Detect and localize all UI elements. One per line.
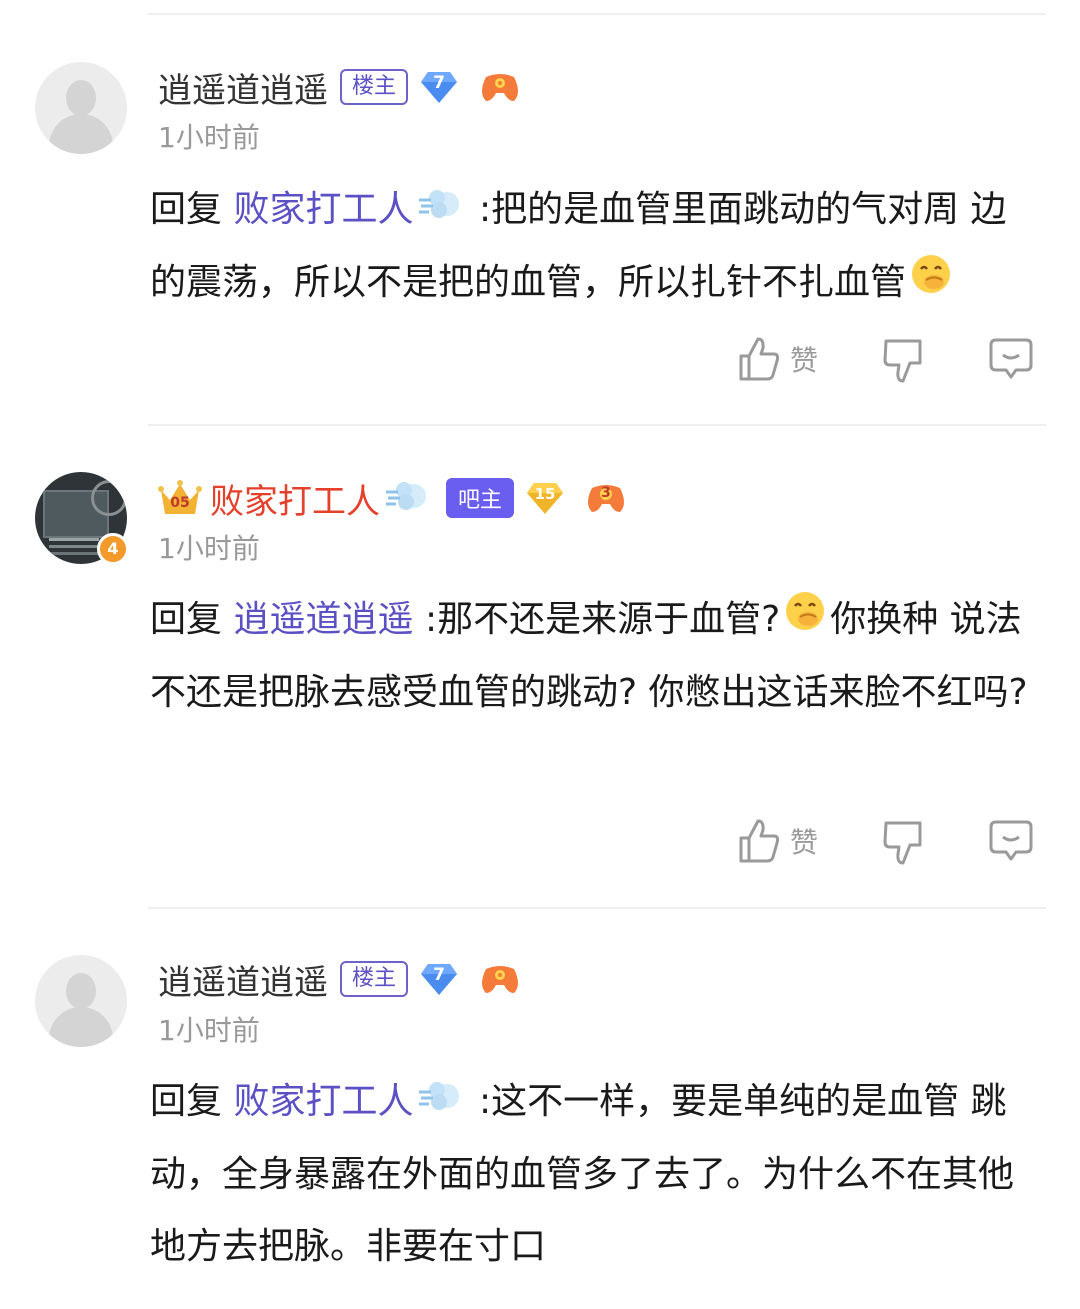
comment-header: 逍遥道逍遥 楼主 7 xyxy=(158,63,520,112)
divider xyxy=(148,907,1046,909)
game-controller-icon xyxy=(480,963,520,995)
dislike-button[interactable] xyxy=(882,818,926,870)
comment-text-part2: 你换种 xyxy=(830,599,939,640)
giggle-emoji xyxy=(910,248,952,320)
thumbs-down-icon xyxy=(883,339,922,383)
game-controller-icon xyxy=(480,71,520,103)
comment-bubble-icon xyxy=(989,338,1033,379)
comment-bubble-icon xyxy=(989,820,1033,861)
comment-actions: 赞 xyxy=(0,336,1080,386)
reply-prefix: 回复 xyxy=(150,1081,223,1122)
username[interactable]: 逍遥道逍遥 xyxy=(158,63,328,112)
divider-top xyxy=(148,13,1046,15)
comment-text-line1: :把的是血管里面跳动的气对周 xyxy=(478,189,960,230)
like-button[interactable]: 赞 xyxy=(738,818,818,864)
host-tag: 楼主 xyxy=(340,961,409,997)
comment-time: 1小时前 xyxy=(158,1014,260,1047)
thumbs-up-icon xyxy=(739,337,780,381)
gem-level: 7 xyxy=(433,73,445,93)
dash-emoji xyxy=(417,1067,463,1139)
comment-time: 1小时前 xyxy=(158,121,260,154)
divider xyxy=(148,424,1046,426)
dash-emoji xyxy=(417,175,463,247)
dislike-button[interactable] xyxy=(882,336,926,388)
comment-header: 逍遥道逍遥 楼主 7 xyxy=(158,955,520,1004)
thumbs-down-icon xyxy=(883,821,922,865)
diamond-level-icon: 7 xyxy=(420,70,458,104)
avatar-blank[interactable] xyxy=(35,62,127,154)
username[interactable]: 败家打工人 xyxy=(210,474,380,523)
crown-icon: 05 xyxy=(158,478,202,518)
thumbs-up-icon xyxy=(739,819,780,863)
diamond-level-icon: 15 xyxy=(526,481,564,515)
gem-level: 15 xyxy=(534,485,556,503)
avatar-blank[interactable] xyxy=(35,955,127,1047)
comment-body: 回复 败家打工人 :这不一样，要是单纯的是血管 跳动，全身暴露在外面的血管多了去… xyxy=(150,1066,1042,1283)
reply-to-user[interactable]: 败家打工人 xyxy=(233,1081,413,1122)
game-level: 3 xyxy=(601,485,611,501)
host-tag: 楼主 xyxy=(340,69,409,105)
gem-level: 7 xyxy=(433,965,445,985)
like-label: 赞 xyxy=(790,826,819,859)
like-label: 赞 xyxy=(790,344,819,377)
comment-text-part1: :那不还是来源于血管? xyxy=(424,599,781,640)
giggle-emoji xyxy=(784,585,826,657)
comment-time: 1小时前 xyxy=(158,532,260,565)
game-controller-icon: 3 xyxy=(586,482,626,514)
comment-header: 05 败家打工人 吧主 15 3 xyxy=(158,474,626,523)
comment-actions: 赞 xyxy=(0,818,1080,868)
reply-to-user[interactable]: 逍遥道逍遥 xyxy=(233,599,413,640)
reply-to-user[interactable]: 败家打工人 xyxy=(233,189,413,230)
reply-button[interactable] xyxy=(988,818,1034,868)
like-button[interactable]: 赞 xyxy=(738,336,818,382)
owner-tag: 吧主 xyxy=(446,478,515,518)
comment-body: 回复 逍遥道逍遥 :那不还是来源于血管? 你换种 说法不还是把脉去感受血管的跳动?… xyxy=(150,584,1042,729)
diamond-level-icon: 7 xyxy=(420,962,458,996)
username[interactable]: 逍遥道逍遥 xyxy=(158,955,328,1004)
dash-emoji xyxy=(384,478,430,518)
avatar-level-badge: 4 xyxy=(97,533,129,565)
crown-level: 05 xyxy=(170,495,190,511)
comment-body: 回复 败家打工人 :把的是血管里面跳动的气对周 边的震荡，所以不是把的血管，所以… xyxy=(150,174,1042,320)
reply-button[interactable] xyxy=(988,336,1034,386)
reply-prefix: 回复 xyxy=(150,189,223,230)
comment-text-line1: :这不一样，要是单纯的是血管 xyxy=(478,1081,960,1122)
reply-prefix: 回复 xyxy=(150,599,223,640)
